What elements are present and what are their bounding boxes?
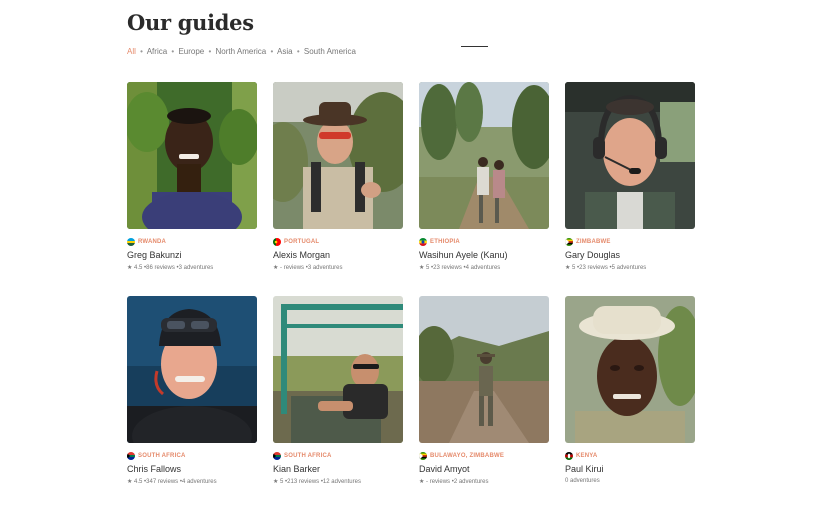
guide-photo[interactable] — [273, 82, 403, 229]
guide-stats: ★ - reviews •3 adventures — [273, 265, 343, 271]
flag-icon — [273, 451, 281, 460]
page-title: Our guides — [127, 10, 254, 35]
flag-stripe — [127, 240, 135, 243]
country-row: SOUTH AFRICA — [127, 451, 257, 460]
guide-photo[interactable] — [419, 82, 549, 229]
guide-name[interactable]: Gary Douglas — [565, 250, 695, 260]
country-row: ZIMBABWE — [565, 237, 695, 246]
filter-separator: • — [270, 47, 274, 56]
guide-stats: ★ 4.5 •86 reviews •3 adventures — [127, 265, 214, 271]
flag-icon — [565, 237, 573, 246]
guide-country: RWANDA — [138, 238, 167, 245]
guide-photo[interactable] — [419, 296, 549, 443]
guide-card[interactable]: SOUTH AFRICA Kian Barker ★ 5 •213 review… — [273, 296, 403, 485]
country-row: RWANDA — [127, 237, 257, 246]
guides-grid: RWANDA Greg Bakunzi ★ 4.5 •86 reviews •3… — [127, 82, 695, 485]
guide-stats: ★ 5 •23 reviews •4 adventures — [419, 265, 501, 271]
flag-emblem — [567, 453, 571, 458]
title-divider — [461, 46, 488, 47]
flag-stripe — [127, 242, 135, 246]
guide-card[interactable]: ETHIOPIA Wasihun Ayele (Kanu) ★ 5 •23 re… — [419, 82, 549, 271]
guide-card[interactable]: SOUTH AFRICA Chris Fallows ★ 4.5 •347 re… — [127, 296, 257, 485]
guide-name[interactable]: Paul Kirui — [565, 464, 695, 474]
flag-icon — [273, 237, 281, 246]
guide-photo[interactable] — [565, 82, 695, 229]
guide-country: PORTUGAL — [284, 238, 320, 245]
flag-icon — [419, 451, 427, 460]
filter-separator: • — [140, 47, 143, 56]
guide-name[interactable]: David Amyot — [419, 464, 549, 474]
flag-emblem — [421, 240, 425, 243]
filter-asia[interactable]: Asia — [277, 47, 293, 56]
country-row: SOUTH AFRICA — [273, 451, 403, 460]
guide-card[interactable]: ZIMBABWE Gary Douglas ★ 5 •23 reviews •5… — [565, 82, 695, 271]
filter-separator: • — [208, 47, 212, 56]
country-row: KENYA — [565, 451, 695, 460]
guide-card[interactable]: BULAWAYO, ZIMBABWE David Amyot ★ - revie… — [419, 296, 549, 485]
guide-stats: ★ - reviews •2 adventures — [419, 479, 489, 485]
filter-south-america[interactable]: South America — [304, 47, 356, 56]
filter-africa[interactable]: Africa — [147, 47, 167, 56]
guide-name[interactable]: Kian Barker — [273, 464, 403, 474]
filter-separator: • — [296, 47, 300, 56]
guide-country: SOUTH AFRICA — [284, 452, 332, 459]
region-filter-bar: All • Africa • Europe • North America • … — [127, 47, 356, 56]
guide-country: ZIMBABWE — [576, 238, 611, 245]
filter-north-america[interactable]: North America — [216, 47, 267, 56]
flag-stripe — [127, 237, 135, 241]
filter-separator: • — [171, 47, 175, 56]
guide-stats: ★ 5 •213 reviews •12 adventures — [273, 479, 361, 485]
guide-country: SOUTH AFRICA — [138, 452, 186, 459]
country-row: BULAWAYO, ZIMBABWE — [419, 451, 549, 460]
guide-photo[interactable] — [273, 296, 403, 443]
guide-country: KENYA — [576, 452, 598, 459]
flag-icon — [565, 451, 573, 460]
guide-stats: 0 adventures — [565, 478, 600, 484]
guide-name[interactable]: Alexis Morgan — [273, 250, 403, 260]
country-row: ETHIOPIA — [419, 237, 549, 246]
guide-photo[interactable] — [127, 296, 257, 443]
flag-stripe — [419, 242, 427, 246]
guide-name[interactable]: Wasihun Ayele (Kanu) — [419, 250, 549, 260]
guide-card[interactable]: RWANDA Greg Bakunzi ★ 4.5 •86 reviews •3… — [127, 82, 257, 271]
guide-name[interactable]: Chris Fallows — [127, 464, 257, 474]
guide-card[interactable]: PORTUGAL Alexis Morgan ★ - reviews •3 ad… — [273, 82, 403, 271]
guide-country: BULAWAYO, ZIMBABWE — [430, 452, 505, 459]
guide-card[interactable]: KENYA Paul Kirui 0 adventures — [565, 296, 695, 484]
guide-stats: ★ 4.5 •347 reviews •4 adventures — [127, 479, 217, 485]
flag-emblem — [274, 240, 278, 243]
filter-europe[interactable]: Europe — [178, 47, 204, 56]
country-row: PORTUGAL — [273, 237, 403, 246]
guide-photo[interactable] — [565, 296, 695, 443]
flag-stripe — [419, 237, 427, 241]
flag-icon — [127, 237, 135, 246]
guide-country: ETHIOPIA — [430, 238, 460, 245]
flag-icon — [127, 451, 135, 460]
flag-icon — [419, 237, 427, 246]
guide-stats: ★ 5 •23 reviews •5 adventures — [565, 265, 647, 271]
guide-photo[interactable] — [127, 82, 257, 229]
guide-name[interactable]: Greg Bakunzi — [127, 250, 257, 260]
filter-all[interactable]: All — [127, 47, 136, 56]
